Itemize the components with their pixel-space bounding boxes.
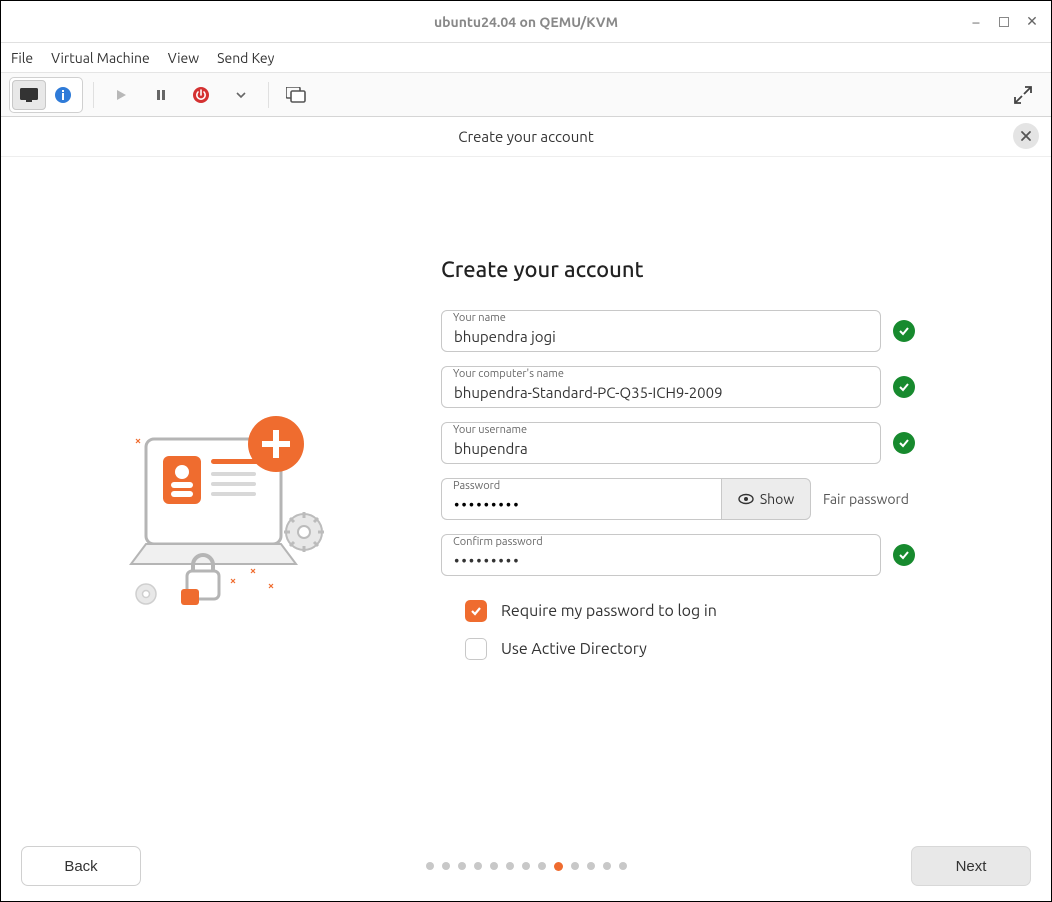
menu-file[interactable]: File xyxy=(11,50,33,66)
installer-footer: Back Next xyxy=(1,831,1051,901)
confirm-password-label: Confirm password xyxy=(453,536,543,548)
account-form: Create your account Your name Your compu… xyxy=(441,197,981,831)
window-titlebar: ubuntu24.04 on QEMU/KVM – ✕ xyxy=(1,1,1051,43)
installer-content: Create your account Your name Your compu… xyxy=(1,157,1051,831)
eye-icon xyxy=(738,493,754,505)
snapshots-button[interactable] xyxy=(279,80,313,110)
close-icon[interactable]: ✕ xyxy=(1023,13,1041,30)
installer-header-title: Create your account xyxy=(458,128,593,145)
menu-send-key[interactable]: Send Key xyxy=(217,50,274,66)
progress-dot xyxy=(587,862,595,870)
check-ok-icon xyxy=(893,432,915,454)
installer-header: Create your account xyxy=(1,117,1051,157)
show-password-label: Show xyxy=(760,491,794,507)
account-illustration xyxy=(41,197,421,831)
progress-dot xyxy=(490,862,498,870)
pause-button[interactable] xyxy=(144,80,178,110)
username-label: Your username xyxy=(453,424,527,436)
computer-name-label: Your computer's name xyxy=(453,368,564,380)
menubar: File Virtual Machine View Send Key xyxy=(1,43,1051,73)
password-strength-text: Fair password xyxy=(823,491,909,507)
next-button[interactable]: Next xyxy=(911,846,1031,886)
progress-dot xyxy=(571,862,579,870)
progress-dot xyxy=(442,862,450,870)
active-directory-checkbox[interactable] xyxy=(465,638,487,660)
require-password-label: Require my password to log in xyxy=(501,602,717,620)
check-ok-icon xyxy=(893,544,915,566)
maximize-icon[interactable] xyxy=(999,17,1009,27)
minimize-icon[interactable]: – xyxy=(967,14,985,30)
progress-dot xyxy=(426,862,434,870)
require-password-checkbox[interactable] xyxy=(465,600,487,622)
installer-close-button[interactable] xyxy=(1013,123,1039,149)
fullscreen-button[interactable] xyxy=(1013,85,1033,105)
progress-dot xyxy=(619,862,627,870)
show-password-button[interactable]: Show xyxy=(721,478,811,520)
progress-dot xyxy=(554,862,563,871)
progress-dot xyxy=(522,862,530,870)
back-button[interactable]: Back xyxy=(21,846,141,886)
play-button[interactable] xyxy=(104,80,138,110)
progress-dots xyxy=(426,862,627,871)
progress-dot xyxy=(538,862,546,870)
check-ok-icon xyxy=(893,320,915,342)
window-title: ubuntu24.04 on QEMU/KVM xyxy=(434,14,618,30)
power-menu-dropdown[interactable] xyxy=(224,80,258,110)
progress-dot xyxy=(458,862,466,870)
details-view-button[interactable] xyxy=(46,80,80,110)
console-view-button[interactable] xyxy=(12,80,46,110)
menu-virtual-machine[interactable]: Virtual Machine xyxy=(51,50,150,66)
check-ok-icon xyxy=(893,376,915,398)
window-controls: – ✕ xyxy=(967,13,1041,30)
progress-dot xyxy=(474,862,482,870)
power-button[interactable] xyxy=(184,80,218,110)
progress-dot xyxy=(506,862,514,870)
vm-toolbar xyxy=(1,73,1051,117)
name-input[interactable] xyxy=(441,310,881,352)
active-directory-label: Use Active Directory xyxy=(501,640,647,658)
progress-dot xyxy=(603,862,611,870)
menu-view[interactable]: View xyxy=(168,50,199,66)
password-label: Password xyxy=(453,480,500,492)
name-label: Your name xyxy=(453,312,506,324)
form-heading: Create your account xyxy=(441,257,981,282)
